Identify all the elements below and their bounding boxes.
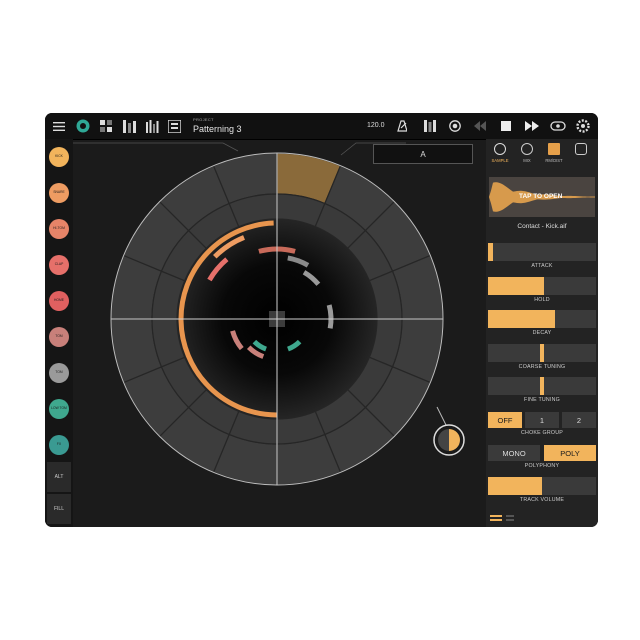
ring-knob[interactable] xyxy=(433,406,465,456)
track-pad-fx[interactable]: FX xyxy=(49,435,69,455)
track-settings-panel: SAMPLE MIX RM/DIST TAP TO OPEN Contact -… xyxy=(486,139,598,527)
track-volume-fill xyxy=(488,477,542,495)
track-pad-snare[interactable]: SNARE xyxy=(49,183,69,203)
track-label: HOME xyxy=(54,298,64,303)
track-arc xyxy=(326,304,334,329)
poly-button[interactable]: POLY xyxy=(544,445,596,461)
decay-label: DECAY xyxy=(532,330,552,336)
attack-label: ATTACK xyxy=(531,263,553,269)
settings-icon[interactable] xyxy=(572,113,594,139)
track-label: SNARE xyxy=(53,190,65,195)
coarse-tuning-slider[interactable] xyxy=(488,344,596,362)
coarse-tuning-marker xyxy=(540,344,544,362)
sample-filename: Contact - Kick.aif xyxy=(517,223,567,230)
fine-tuning-marker xyxy=(540,377,544,395)
mono-button[interactable]: MONO xyxy=(488,445,540,461)
stop-icon[interactable] xyxy=(495,113,517,139)
track-pad-tom[interactable]: TOM xyxy=(49,327,69,347)
decay-slider[interactable] xyxy=(488,310,596,328)
track-label: LOW TOM xyxy=(51,406,67,411)
sequencer-icon[interactable] xyxy=(119,113,139,139)
fill-button[interactable]: FILL xyxy=(47,494,71,524)
project-name[interactable]: Patterning 3 xyxy=(193,124,242,134)
waveform-display[interactable]: TAP TO OPEN xyxy=(489,177,595,217)
stack-icon xyxy=(575,143,587,155)
sample-icon xyxy=(494,143,506,155)
track-volume-label: TRACK VOLUME xyxy=(519,497,565,503)
attack-slider[interactable] xyxy=(488,243,596,261)
track-label: HI-TOM xyxy=(53,226,65,231)
polyphony-label: POLYPHONY xyxy=(524,463,560,469)
choke-1-button[interactable]: 1 xyxy=(525,412,559,428)
circular-sequencer[interactable] xyxy=(73,139,486,527)
hold-fill xyxy=(488,277,545,295)
menu-icon[interactable] xyxy=(49,113,69,139)
pattern-selector[interactable]: A xyxy=(373,144,473,164)
loop-icon[interactable] xyxy=(547,113,569,139)
rewind-icon[interactable] xyxy=(469,113,491,139)
hold-slider[interactable] xyxy=(488,277,596,295)
choke-off-button[interactable]: OFF xyxy=(488,412,522,428)
swing-icon[interactable] xyxy=(419,113,441,139)
song-icon[interactable] xyxy=(164,113,184,139)
fx-icon xyxy=(548,143,560,155)
top-toolbar: PROJECT Patterning 3 120.0 xyxy=(45,113,598,140)
tap-to-open-label: TAP TO OPEN xyxy=(519,193,563,200)
track-leader-line xyxy=(73,142,239,152)
track-pad-kick[interactable]: KICK xyxy=(49,147,69,167)
tab-label: RM/DIST xyxy=(545,158,563,163)
tab-sample[interactable]: SAMPLE xyxy=(487,143,513,163)
choke-2-button[interactable]: 2 xyxy=(562,412,596,428)
app-window: PROJECT Patterning 3 120.0 KICK SNARE HI… xyxy=(45,113,598,527)
tab-mix[interactable]: MIX xyxy=(514,143,540,163)
track-label: TOM xyxy=(55,334,63,339)
grid-icon[interactable] xyxy=(142,113,162,139)
project-caption: PROJECT xyxy=(193,117,214,122)
attack-fill xyxy=(488,243,494,261)
tempo-display[interactable]: 120.0 xyxy=(367,122,385,129)
tab-label: MIX xyxy=(523,158,531,163)
play-icon[interactable] xyxy=(521,113,543,139)
tab-label: SAMPLE xyxy=(491,158,509,163)
tab-stack[interactable] xyxy=(568,143,594,158)
track-label: TOM xyxy=(55,370,63,375)
track-pad-clap[interactable]: CLAP xyxy=(49,255,69,275)
fine-tuning-slider[interactable] xyxy=(488,377,596,395)
fine-tuning-label: FINE TUNING xyxy=(524,397,560,403)
hold-label: HOLD xyxy=(534,297,550,303)
coarse-tuning-label: COARSE TUNING xyxy=(518,364,566,370)
track-label: KICK xyxy=(55,154,63,159)
track-pad-low-tom[interactable]: LOW TOM xyxy=(49,399,69,419)
record-icon[interactable] xyxy=(444,113,466,139)
track-pad-hi-tom[interactable]: HI-TOM xyxy=(49,219,69,239)
mix-icon xyxy=(521,143,533,155)
page-indicator-icon xyxy=(490,515,514,521)
choke-group-label: CHOKE GROUP xyxy=(521,430,563,436)
tab-fx[interactable]: RM/DIST xyxy=(541,143,567,163)
drum-kit-icon[interactable] xyxy=(73,113,93,139)
alt-button[interactable]: ALT xyxy=(47,462,71,492)
decay-fill xyxy=(488,310,555,328)
track-label: FX xyxy=(56,442,62,447)
track-label: CLAP xyxy=(54,262,64,267)
track-pad-tom-2[interactable]: TOM xyxy=(49,363,69,383)
track-sidebar: KICK SNARE HI-TOM CLAP HOME TOM TOM LOW … xyxy=(45,139,73,527)
track-pad-home[interactable]: HOME xyxy=(49,291,69,311)
patterns-icon[interactable] xyxy=(96,113,116,139)
track-volume-slider[interactable] xyxy=(488,477,596,495)
metronome-icon[interactable] xyxy=(390,113,412,139)
